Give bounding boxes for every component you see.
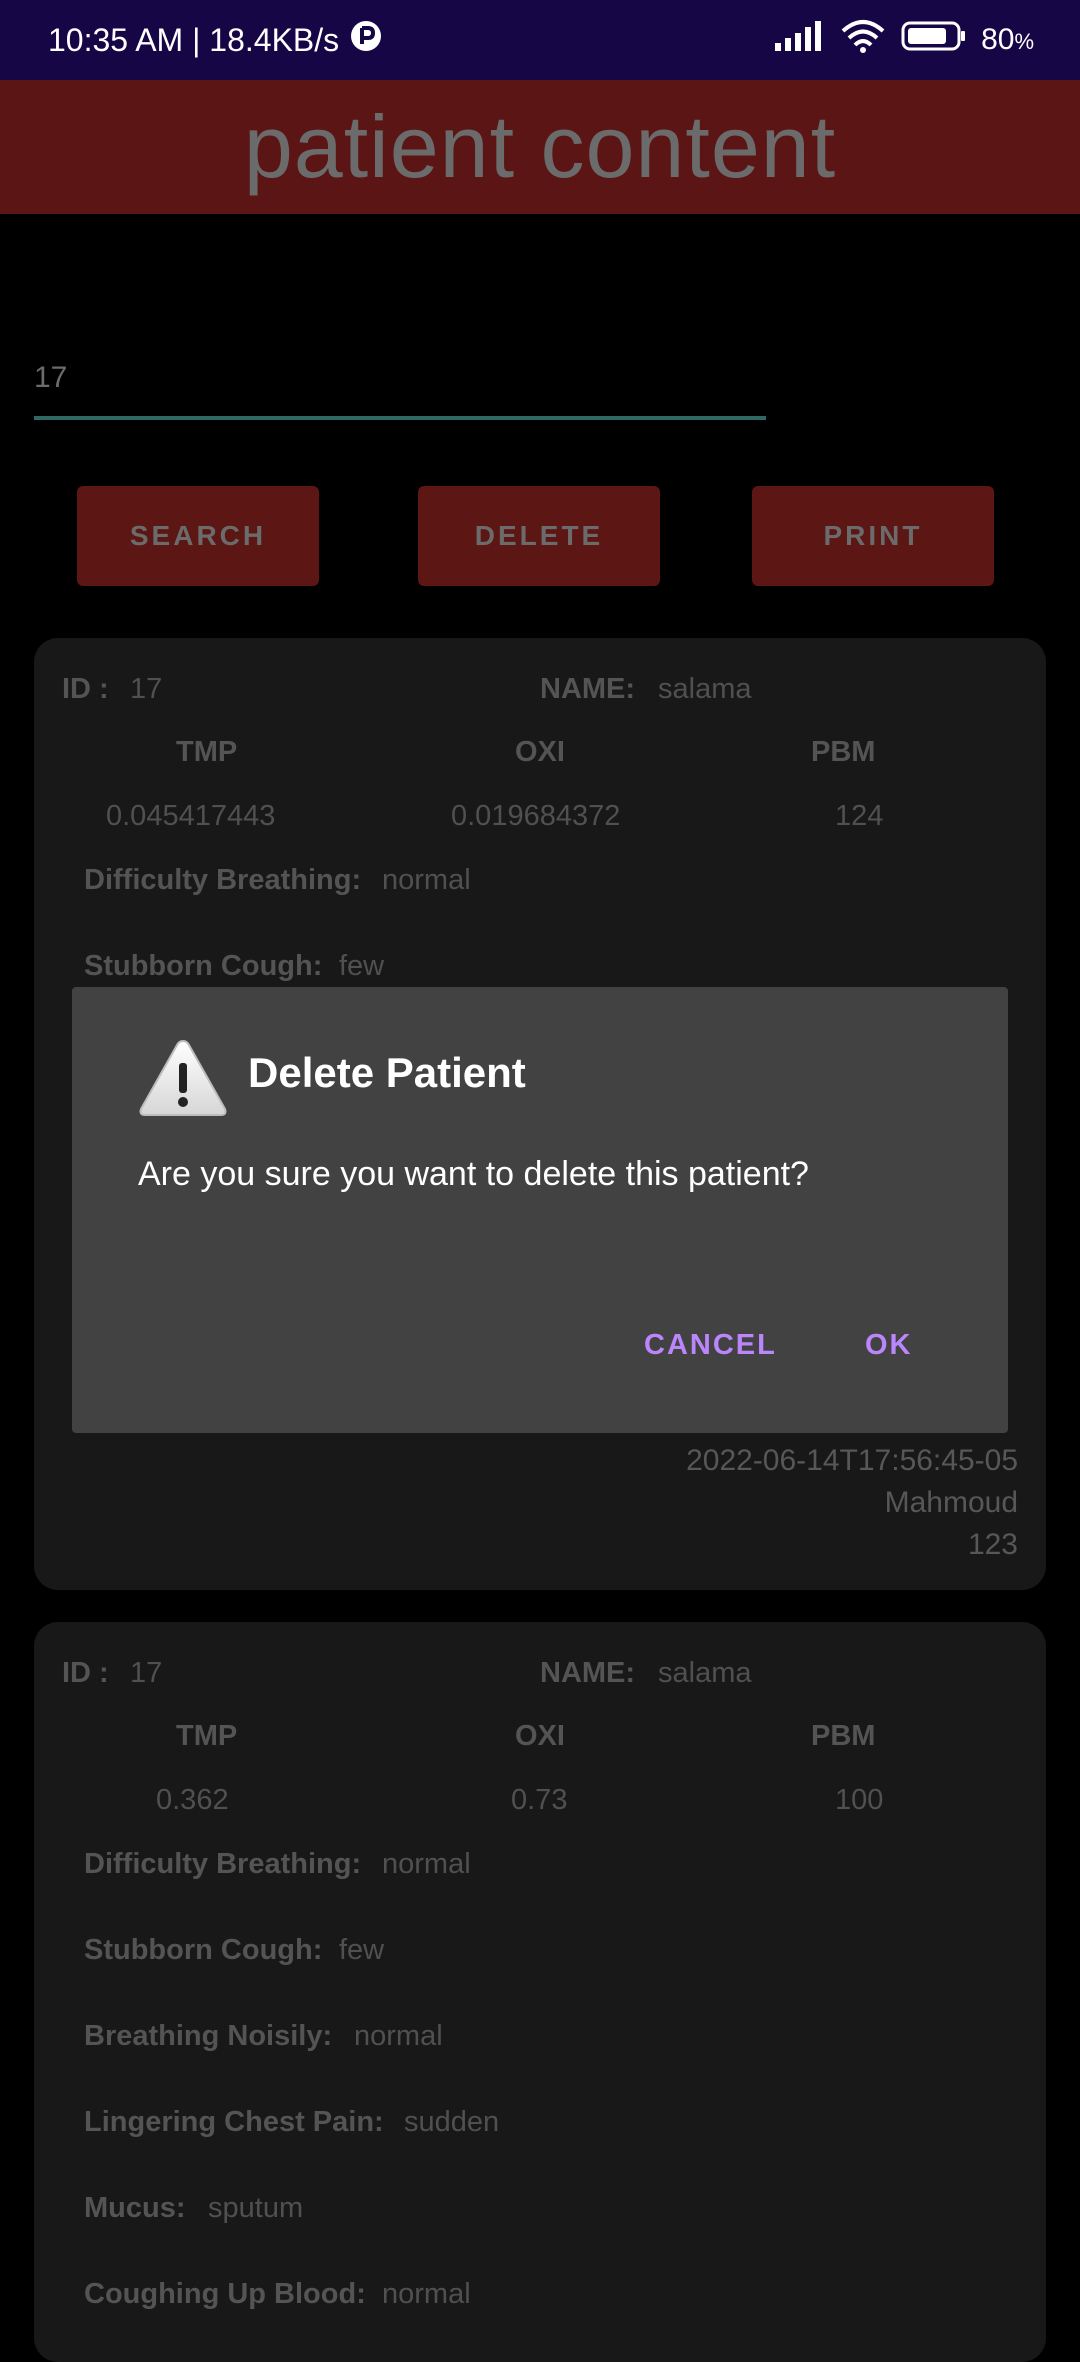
dialog-message: Are you sure you want to delete this pat… (138, 1155, 809, 1193)
delete-patient-dialog: Delete Patient Are you sure you want to … (72, 987, 1008, 1433)
ok-button[interactable]: OK (865, 1329, 913, 1362)
dialog-title: Delete Patient (248, 1049, 526, 1096)
warning-icon (138, 1037, 228, 1119)
cancel-button[interactable]: CANCEL (644, 1329, 777, 1362)
